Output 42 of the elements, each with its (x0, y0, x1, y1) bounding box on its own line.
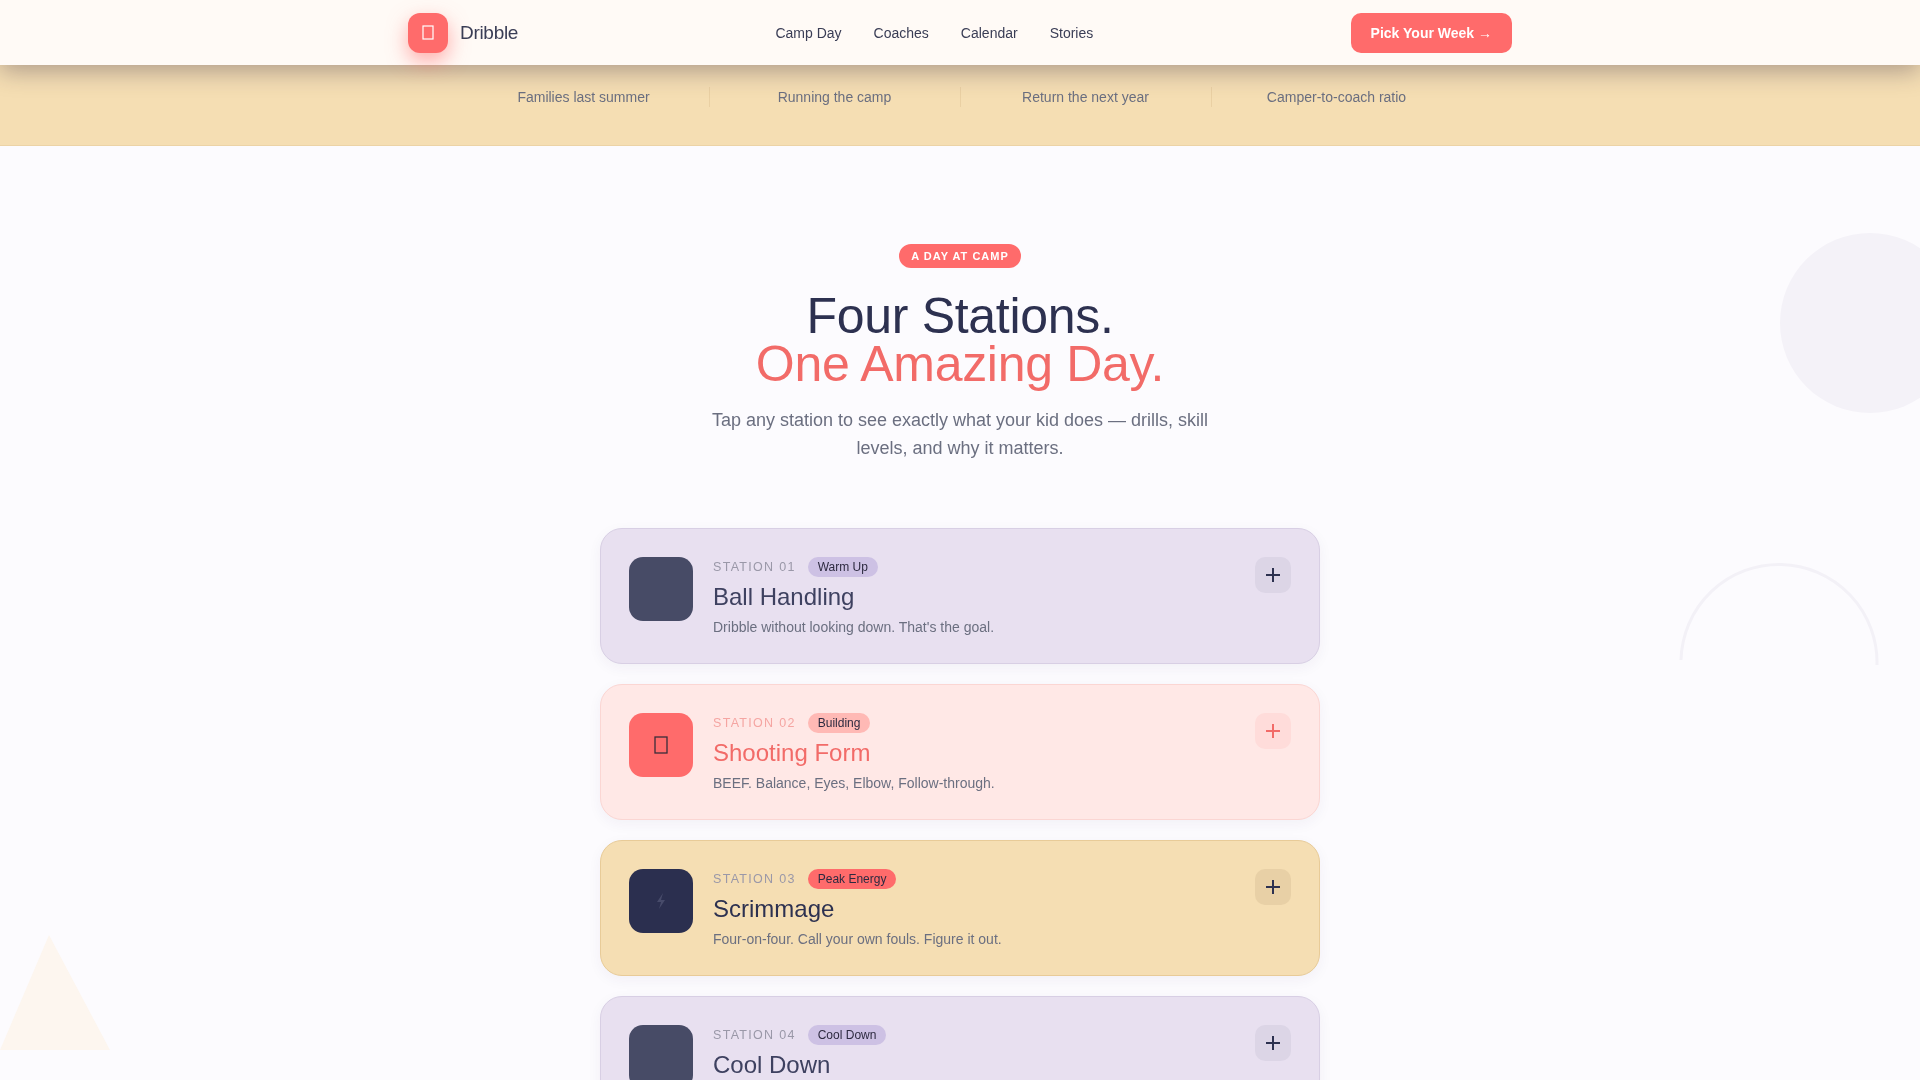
plus-icon (1265, 1035, 1281, 1051)
plus-icon (1265, 879, 1281, 895)
station-card[interactable]: STATION 04 Cool Down Cool Down (600, 996, 1320, 1080)
nav-link[interactable]: Camp Day (775, 24, 842, 41)
nav-link[interactable]: Calendar (960, 24, 1018, 41)
station-icon-tile (629, 1025, 693, 1080)
stat-label: Return the next year (1022, 89, 1149, 105)
section-badge: A DAY AT CAMP (899, 244, 1021, 268)
station-title: Shooting Form (713, 739, 872, 767)
nav-link[interactable]: Stories (1049, 24, 1094, 41)
section-subtitle: Tap any station to see exactly what your kid does — drills, skill levels, and why it matters. (710, 409, 1210, 460)
station-tag: Building (807, 713, 871, 733)
station-card[interactable]: STATION 01 Warm Up Ball Handling Dribble without looking down. That's the goal. (600, 528, 1320, 664)
expand-button[interactable] (1255, 1025, 1291, 1061)
lightning-icon (655, 892, 667, 910)
plus-icon (1265, 567, 1281, 583)
station-number: STATION 04 (713, 1028, 796, 1042)
station-card[interactable]: STATION 03 Peak Energy Scrimmage Four-on-four. Call your own fouls. Figure it out. (600, 840, 1320, 976)
expand-button[interactable] (1255, 869, 1291, 905)
station-tag: Cool Down (807, 1025, 887, 1045)
square-outline-icon (654, 736, 668, 754)
station-number: STATION 03 (713, 872, 796, 886)
station-card[interactable]: STATION 02 Building Shooting Form BEEF. Balance, Eyes, Elbow, Follow-through. (600, 684, 1320, 820)
station-description: Four-on-four. Call your own fouls. Figure it out. (713, 931, 1003, 947)
station-title: Cool Down (713, 1051, 832, 1079)
station-description: BEEF. Balance, Eyes, Elbow, Follow-through. (713, 775, 996, 791)
station-number: STATION 01 (713, 560, 796, 574)
stat-label: Families last summer (517, 89, 650, 105)
section-title: Four Stations. (805, 292, 1115, 340)
station-tag: Peak Energy (807, 869, 897, 889)
stat-label: Running the camp (777, 89, 892, 105)
station-title: Scrimmage (713, 895, 836, 923)
nav-link[interactable]: Coaches (873, 24, 929, 41)
station-tag: Warm Up (807, 557, 878, 577)
plus-icon (1265, 723, 1281, 739)
brand-name: Dribble (460, 21, 519, 44)
stat-label: Camper-to-coach ratio (1266, 89, 1407, 105)
station-icon-tile (629, 557, 693, 621)
station-description: Dribble without looking down. That's the goal. (713, 619, 996, 635)
station-title: Ball Handling (713, 583, 856, 611)
station-number: STATION 02 (713, 716, 796, 730)
expand-button[interactable] (1255, 557, 1291, 593)
